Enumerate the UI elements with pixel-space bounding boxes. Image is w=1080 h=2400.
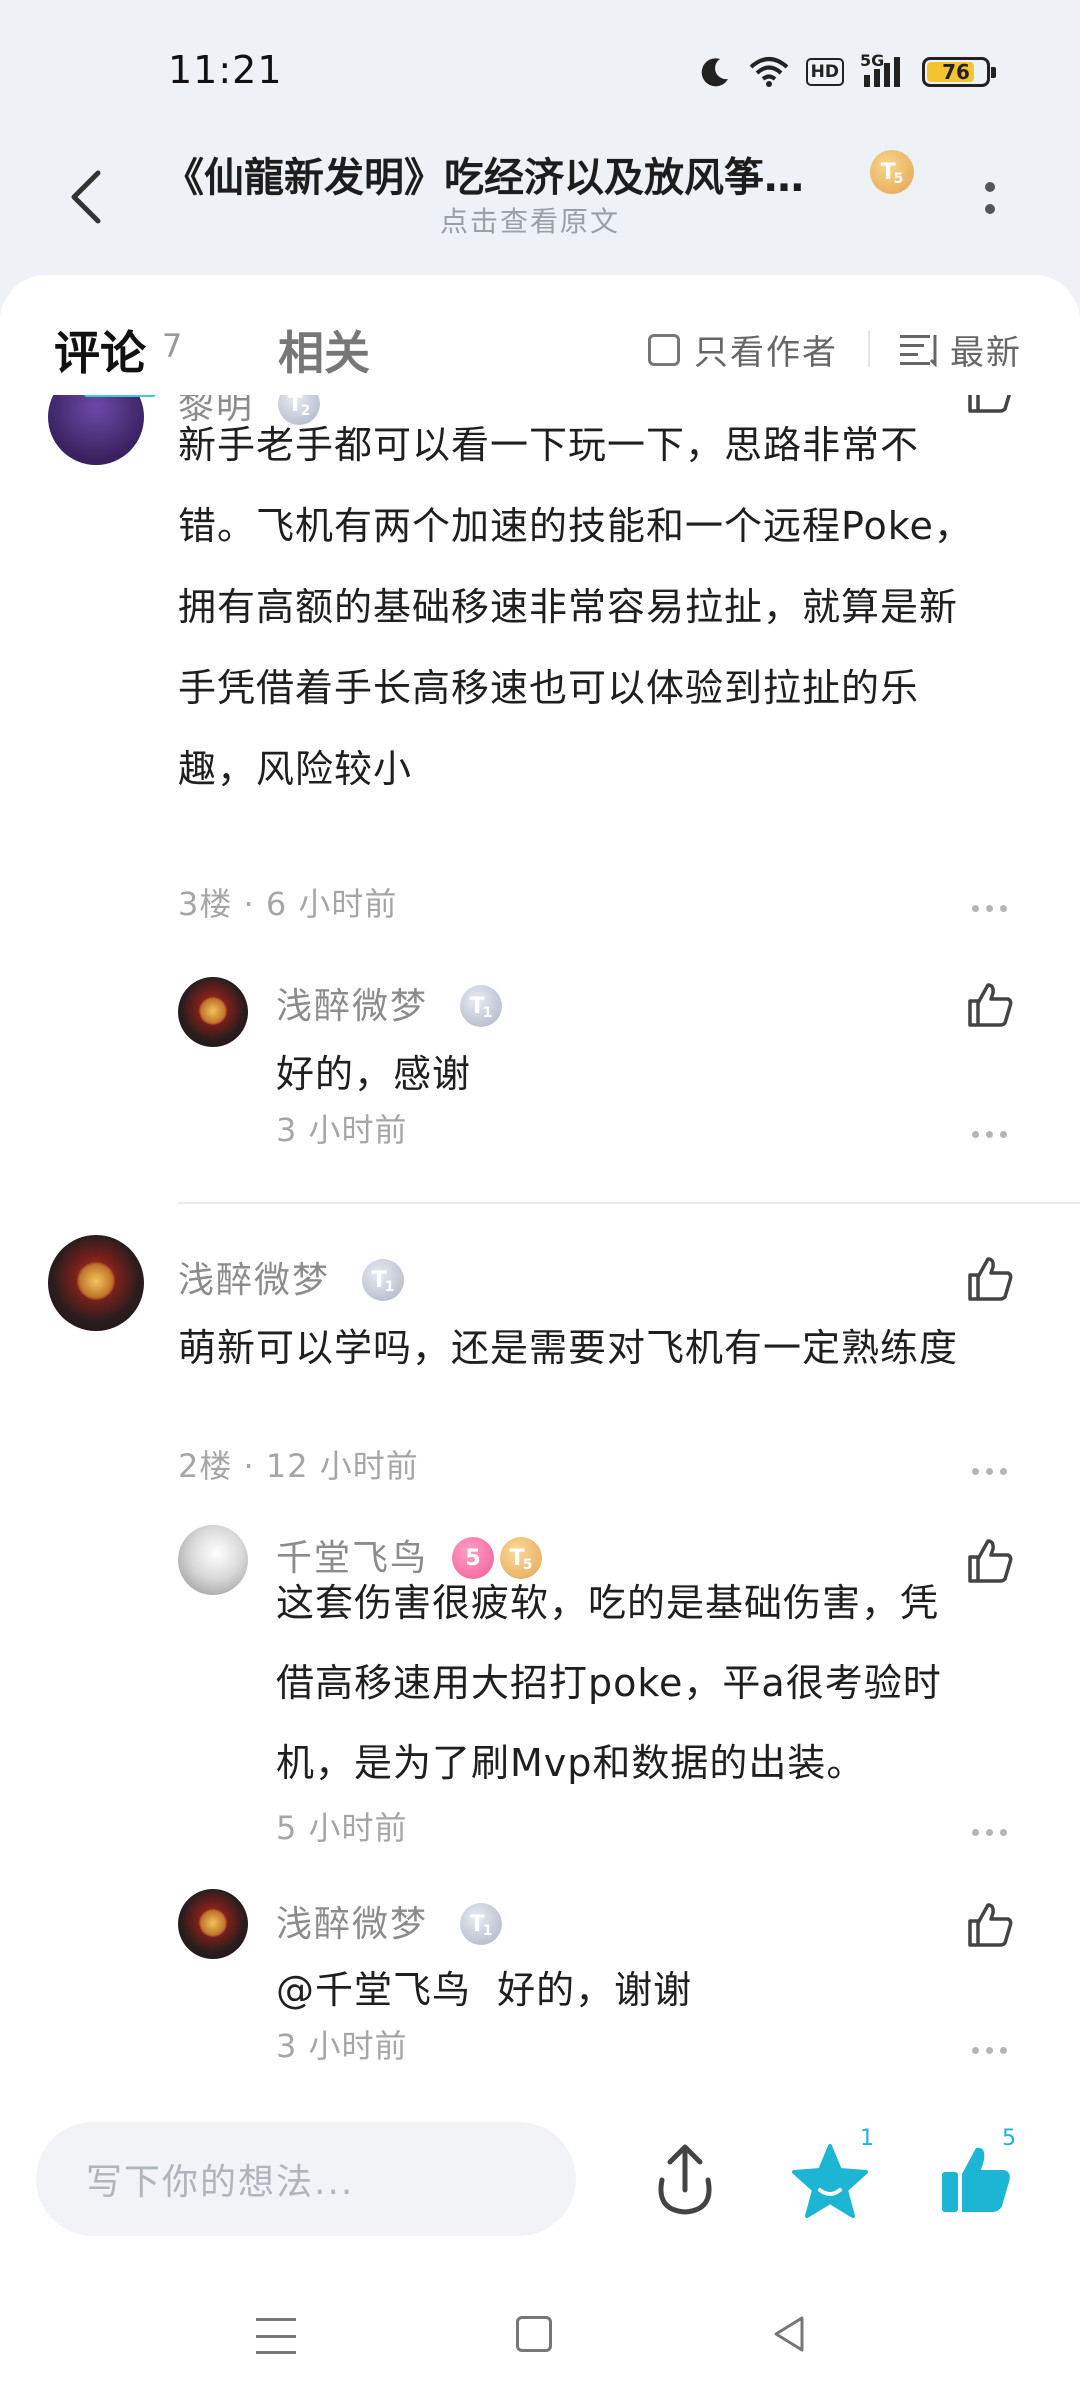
- level-sub: 1: [384, 1279, 395, 1295]
- author-level-badge: T5: [870, 150, 914, 194]
- sort-icon: [900, 334, 937, 367]
- system-nav-bar: [0, 2270, 1080, 2400]
- comment-author[interactable]: 浅醉微梦: [178, 1251, 330, 1303]
- reply-meta: 3 小时前: [276, 2027, 408, 2065]
- battery-icon: 76: [922, 57, 996, 87]
- menu-nav-icon[interactable]: [256, 2318, 296, 2354]
- reply-line: 机，是为了刷Mvp和数据的出装。: [276, 1741, 866, 1785]
- reply-more-button[interactable]: [972, 1829, 1007, 1836]
- sort-button[interactable]: 最新: [900, 325, 1022, 374]
- status-icons: HD 5G 76: [698, 51, 996, 92]
- reply-more-button[interactable]: [972, 2047, 1007, 2054]
- like-count: 5: [1002, 2126, 1016, 2151]
- author-only-checkbox[interactable]: [648, 333, 680, 366]
- level-sub: 1: [482, 1923, 493, 1939]
- avatar[interactable]: [48, 395, 144, 465]
- hd-icon: HD: [805, 58, 844, 86]
- reply-text: 这套伤害很疲软，吃的是基础伤害，凭 借高移速用大招打poke，平a很考验时 机，…: [276, 1563, 1056, 1803]
- level-sub: 1: [482, 1005, 493, 1021]
- comment-divider: [178, 1202, 1080, 1204]
- sort-label: 最新: [950, 333, 1022, 373]
- reply-meta: 3 小时前: [276, 1111, 408, 1149]
- avatar[interactable]: [178, 1525, 248, 1595]
- comment-line: 错。飞机有两个加速的技能和一个远程Poke，: [178, 504, 973, 548]
- level-badge: T1: [460, 1903, 502, 1945]
- avatar-highlight: [84, 395, 156, 397]
- tabs-divider: [868, 331, 870, 367]
- chevron-left-icon: [71, 170, 101, 224]
- more-options-button[interactable]: [970, 168, 1010, 228]
- avatar[interactable]: [48, 1235, 144, 1331]
- author-only-label: 只看作者: [694, 333, 838, 373]
- article-title[interactable]: 《仙龍新发明》吃经济以及放风筝…: [164, 145, 864, 203]
- comment-meta: 3楼 · 6 小时前: [178, 885, 398, 923]
- thumbs-up-icon[interactable]: [964, 979, 1016, 1031]
- status-bar: 11:21 HD 5G 76: [0, 0, 1080, 140]
- level-badge: T1: [362, 1259, 404, 1301]
- back-nav-icon[interactable]: [770, 2314, 810, 2354]
- comment-more-button[interactable]: [972, 1468, 1007, 1475]
- reply-more-button[interactable]: [972, 1131, 1007, 1138]
- reply-text: @千堂飞鸟 好的，谢谢: [276, 1968, 693, 2012]
- comments-card: 评论 7 相关 只看作者 最新 黎明 T2 新手老手都可以看一下玩一下，思路非常…: [0, 275, 1080, 2090]
- view-original-link[interactable]: 点击查看原文: [440, 200, 620, 240]
- wifi-icon: [749, 57, 788, 87]
- tab-related[interactable]: 相关: [278, 317, 370, 383]
- reply-meta: 5 小时前: [276, 1809, 408, 1847]
- comment-meta: 2楼 · 12 小时前: [178, 1447, 419, 1485]
- home-nav-icon[interactable]: [516, 2316, 552, 2352]
- tab-comments[interactable]: 评论: [54, 317, 146, 383]
- reply-line: 借高移速用大招打poke，平a很考验时: [276, 1661, 942, 1705]
- thumbs-up-icon[interactable]: [964, 1253, 1016, 1305]
- reply-line: 这套伤害很疲软，吃的是基础伤害，凭: [276, 1581, 940, 1625]
- share-icon[interactable]: [650, 2140, 720, 2220]
- reply-author[interactable]: 浅醉微梦: [276, 1895, 428, 1947]
- comment-more-button[interactable]: [972, 905, 1007, 912]
- comment-feed[interactable]: 黎明 T2 新手老手都可以看一下玩一下，思路非常不 错。飞机有两个加速的技能和一…: [0, 395, 1080, 2090]
- thumbs-up-filled-icon[interactable]: [936, 2140, 1016, 2220]
- comment-text: 新手老手都可以看一下玩一下，思路非常不 错。飞机有两个加速的技能和一个远程Pok…: [178, 405, 1058, 810]
- avatar[interactable]: [178, 1889, 248, 1959]
- reply-author[interactable]: 浅醉微梦: [276, 977, 428, 1029]
- battery-level: 76: [942, 60, 970, 84]
- bottom-action-bar: 写下你的想法... 1 5: [0, 2090, 1080, 2270]
- level-badge: T1: [460, 985, 502, 1027]
- article-header: 《仙龍新发明》吃经济以及放风筝… 点击查看原文 T5: [0, 140, 1080, 270]
- comment-line: 拥有高额的基础移速非常容易拉扯，就算是新: [178, 585, 959, 629]
- avatar[interactable]: [178, 977, 248, 1047]
- comment-text: 萌新可以学吗，还是需要对飞机有一定熟练度: [178, 1326, 959, 1370]
- badge-sub: 5: [893, 171, 904, 187]
- comment-line: 手凭借着手长高移速也可以体验到拉扯的乐: [178, 666, 920, 710]
- comment-line: 趣，风险较小: [178, 747, 413, 791]
- favorite-count: 1: [860, 2126, 874, 2151]
- reply-text: 好的，感谢: [276, 1052, 472, 1096]
- author-only-toggle[interactable]: 只看作者: [648, 325, 838, 374]
- comment-count: 7: [162, 327, 183, 365]
- status-time: 11:21: [168, 48, 283, 92]
- comment-input[interactable]: 写下你的想法...: [36, 2122, 576, 2236]
- moon-icon: [701, 58, 728, 87]
- favorite-star-icon[interactable]: [790, 2142, 870, 2222]
- comment-tabs: 评论 7 相关 只看作者 最新: [0, 275, 1080, 395]
- back-button[interactable]: [56, 162, 116, 232]
- thumbs-up-icon[interactable]: [964, 1899, 1016, 1951]
- comment-line: 新手老手都可以看一下玩一下，思路非常不: [178, 423, 920, 467]
- signal-icon: 5G: [860, 51, 906, 89]
